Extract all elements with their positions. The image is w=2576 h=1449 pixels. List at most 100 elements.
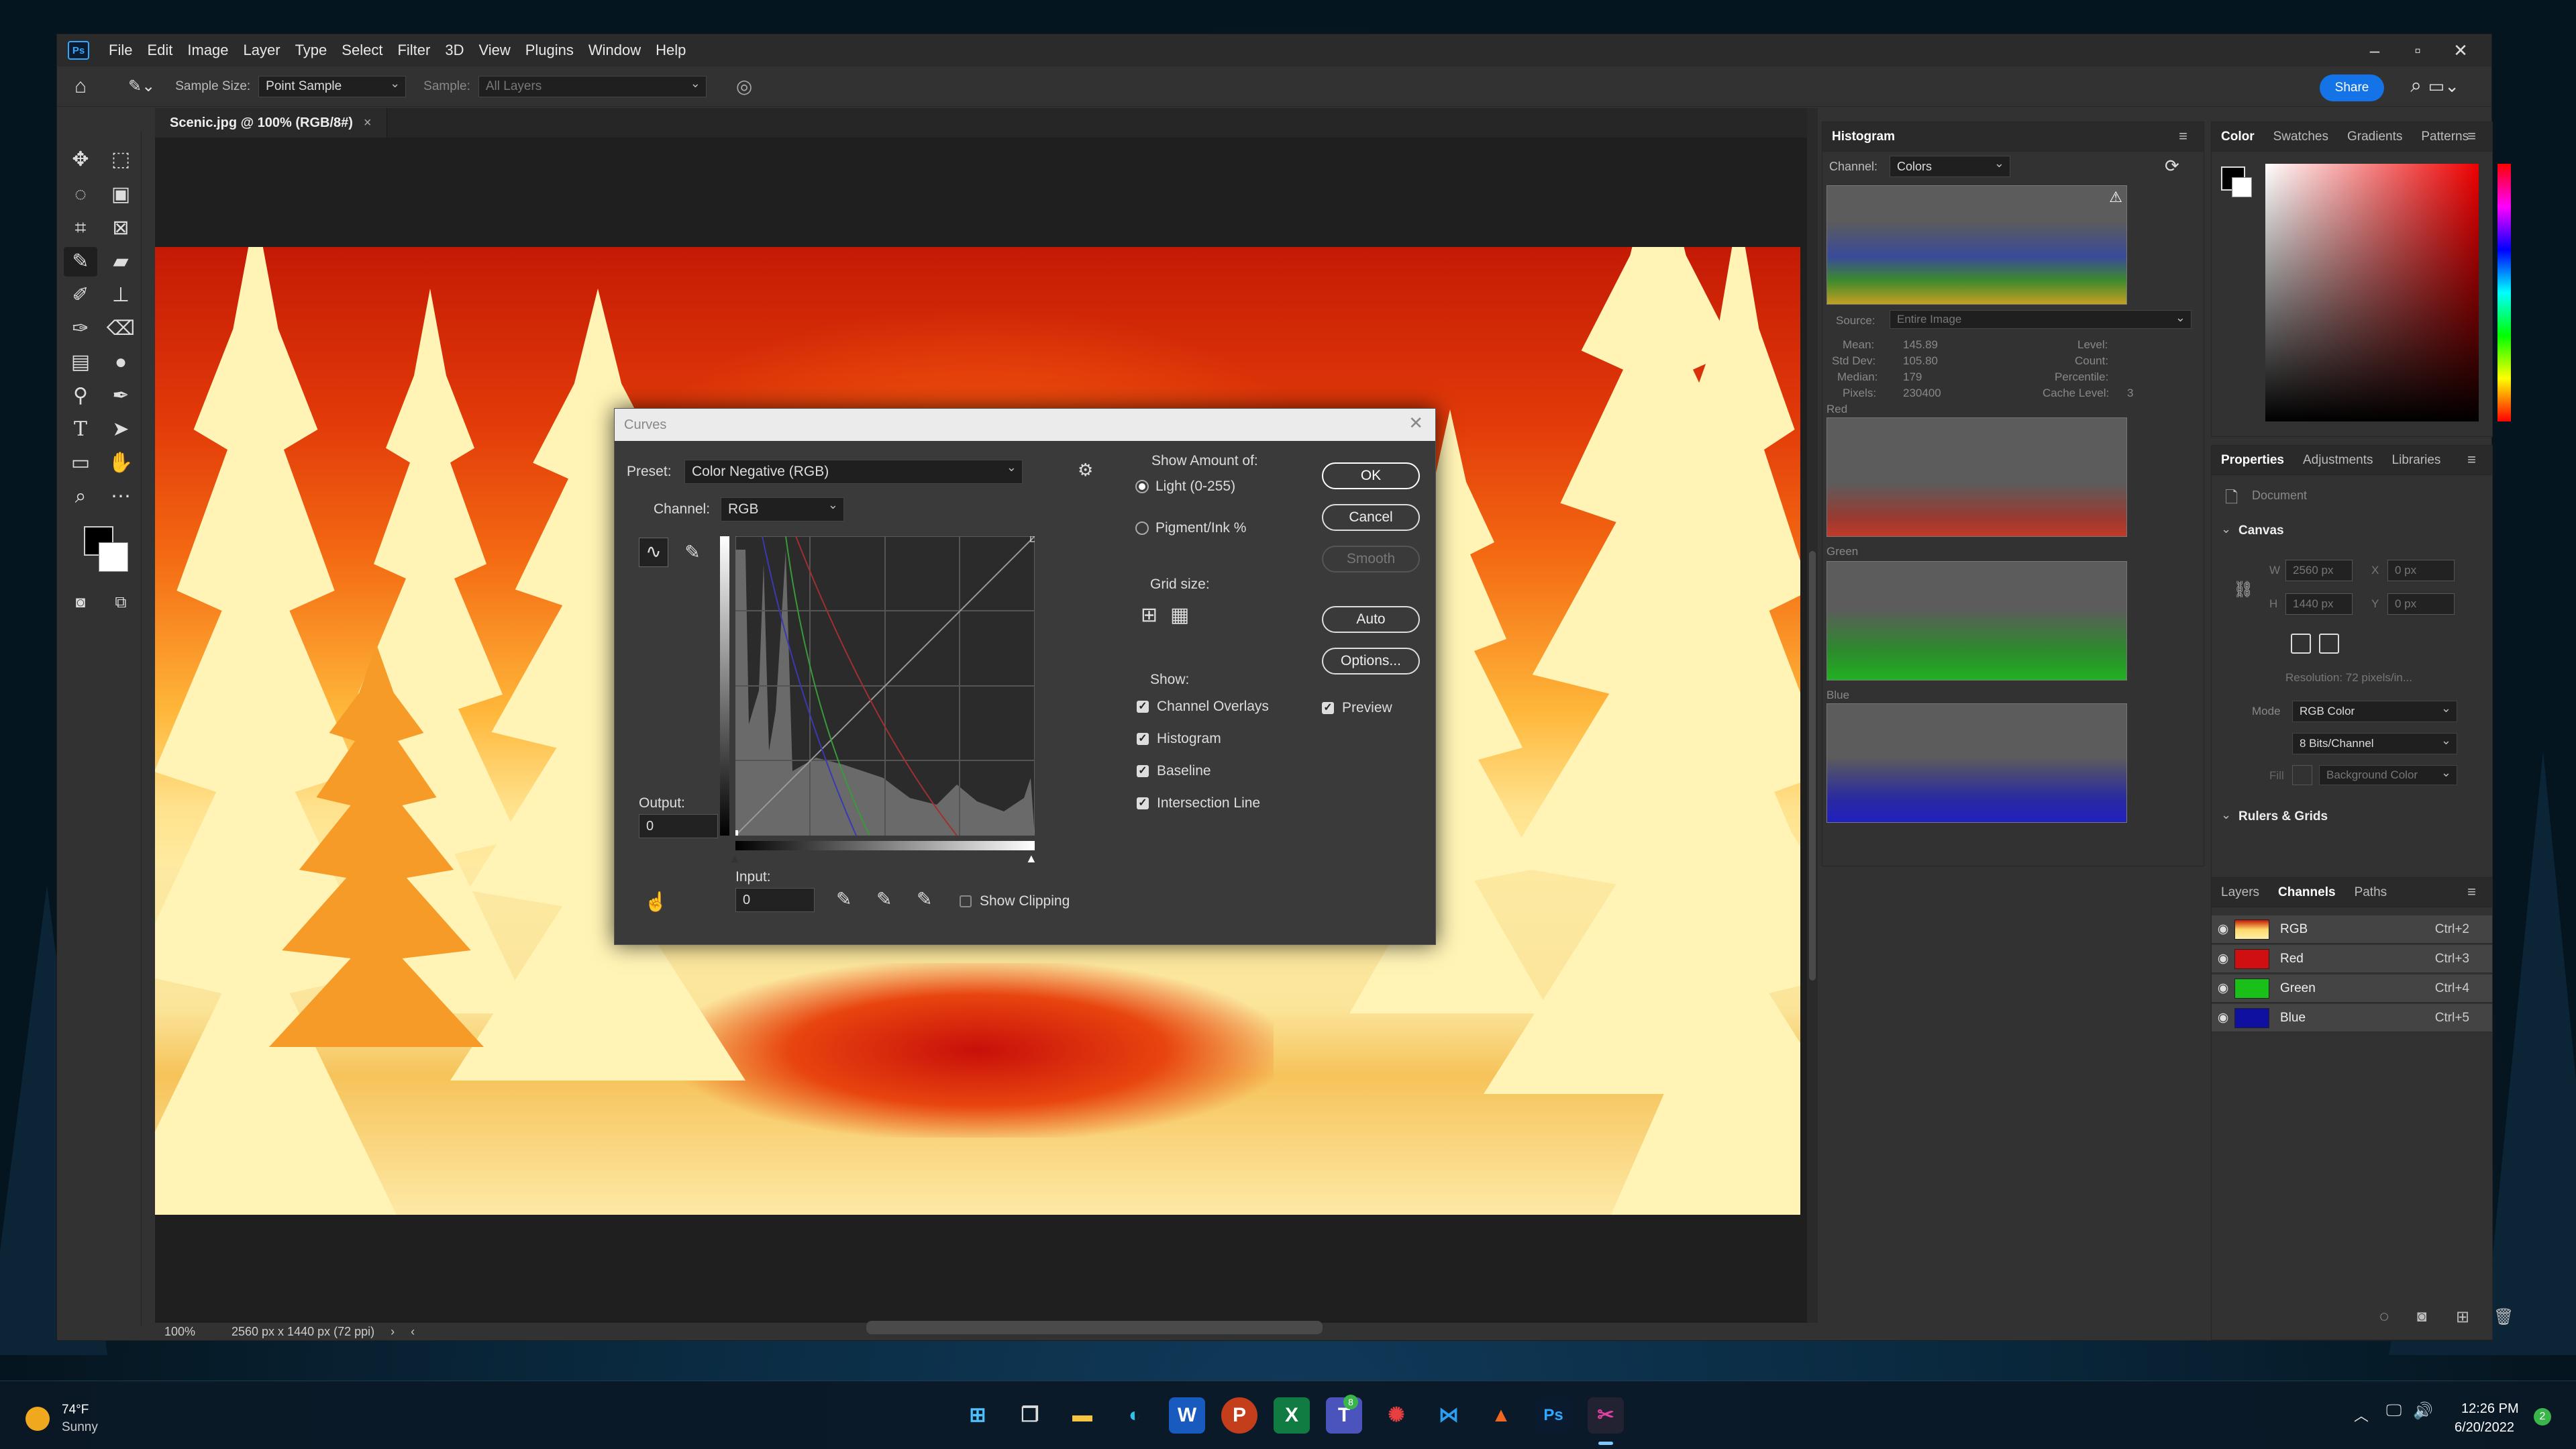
histogram-channel-select[interactable]: Colors	[1890, 156, 2010, 177]
move-tool-icon[interactable]: ✥	[64, 145, 97, 174]
channel-row-rgb[interactable]: ◉ RGB Ctrl+2	[2212, 915, 2492, 944]
document-tab[interactable]: Scenic.jpg @ 100% (RGB/8#) ×	[155, 108, 387, 138]
vscode-icon[interactable]: ⋈	[1431, 1397, 1467, 1434]
path-select-icon[interactable]: ➤	[104, 415, 138, 444]
tab-close-icon[interactable]: ×	[364, 115, 372, 131]
visibility-eye-icon[interactable]: ◉	[2212, 1010, 2234, 1026]
more-tools-icon[interactable]: ⋯	[104, 482, 138, 511]
sample-select[interactable]: All Layers	[478, 75, 707, 97]
dodge-tool-icon[interactable]: ⚲	[64, 381, 97, 411]
menu-image[interactable]: Image	[180, 42, 236, 59]
excel-icon[interactable]: X	[1274, 1397, 1310, 1434]
eraser-tool-icon[interactable]: ⌫	[104, 314, 138, 344]
chevron-up-icon[interactable]: ︿	[2354, 1404, 2369, 1426]
edge-icon[interactable]: ◐	[1117, 1397, 1153, 1434]
source-select[interactable]: Entire Image	[1890, 310, 2192, 329]
channel-row-red[interactable]: ◉ Red Ctrl+3	[2212, 945, 2492, 973]
light-radio[interactable]: Light (0-255)	[1135, 479, 1235, 495]
sample-size-select[interactable]: Point Sample	[258, 75, 407, 97]
menu-filter[interactable]: Filter	[390, 42, 437, 59]
channel-row-blue[interactable]: ◉ Blue Ctrl+5	[2212, 1004, 2492, 1032]
panel-menu-icon[interactable]: ≡	[2169, 128, 2197, 145]
tab-channels[interactable]: Channels	[2269, 885, 2345, 900]
background-color-swatch[interactable]	[99, 542, 128, 572]
menu-window[interactable]: Window	[581, 42, 648, 59]
volume-icon[interactable]: 🔊	[2413, 1401, 2433, 1421]
tab-paths[interactable]: Paths	[2345, 885, 2397, 900]
link-icon[interactable]: ⛓	[2233, 580, 2253, 599]
menu-layer[interactable]: Layer	[236, 42, 288, 59]
pigment-radio[interactable]: Pigment/Ink %	[1135, 520, 1246, 536]
brush-tool-icon[interactable]: ✐	[64, 281, 97, 310]
pencil-icon[interactable]: ✎	[678, 538, 707, 567]
rulers-grids-section-title[interactable]: Rulers & Grids	[2238, 809, 2328, 824]
status-arrow-icon[interactable]: ›	[391, 1325, 395, 1339]
height-field[interactable]: 1440 px	[2285, 593, 2353, 615]
histogram-checkbox[interactable]: ✓ Histogram	[1137, 731, 1221, 747]
tab-histogram[interactable]: Histogram	[1822, 130, 1904, 144]
show-clipping-box[interactable]	[960, 895, 972, 907]
channel-overlays-checkbox[interactable]: ✓ Channel Overlays	[1137, 699, 1269, 715]
quick-mask-icon[interactable]: ◙	[64, 588, 97, 617]
close-icon[interactable]: ✕	[2439, 40, 2482, 61]
powerpoint-icon[interactable]: P	[1221, 1397, 1257, 1434]
trash-icon[interactable]: 🗑	[2493, 1307, 2514, 1327]
menu-type[interactable]: Type	[288, 42, 335, 59]
fill-select[interactable]: Background Color	[2319, 765, 2457, 785]
new-channel-icon[interactable]: ⊞	[2456, 1307, 2469, 1327]
ps-logo[interactable]: Ps	[68, 41, 89, 60]
chevron-down-icon[interactable]: ⌄	[2221, 522, 2231, 536]
cancel-button[interactable]: Cancel	[1322, 504, 1420, 531]
panel-menu-icon[interactable]: ≡	[2458, 128, 2485, 145]
close-icon[interactable]: ✕	[1408, 413, 1423, 434]
x-field[interactable]: 0 px	[2387, 560, 2455, 581]
ruler-tool-icon[interactable]: ▰	[104, 247, 138, 277]
scroll-thumb[interactable]	[1809, 551, 1816, 981]
pen-tool-icon[interactable]: ✒	[104, 381, 138, 411]
detailed-grid-icon[interactable]: ▦	[1170, 603, 1189, 627]
blur-tool-icon[interactable]: ●	[104, 348, 138, 377]
baseline-checkbox[interactable]: ✓ Baseline	[1137, 763, 1211, 779]
visibility-eye-icon[interactable]: ◉	[2212, 921, 2234, 937]
on-image-adjust-icon[interactable]: ☝	[644, 891, 668, 913]
crop-tool-icon[interactable]: ⌗	[64, 213, 97, 243]
lasso-tool-icon[interactable]: ◌	[64, 180, 97, 209]
white-eyedropper-icon[interactable]: ✎	[917, 888, 932, 910]
gray-eyedropper-icon[interactable]: ✎	[876, 888, 892, 910]
chevron-down-icon[interactable]: ⌄	[2221, 808, 2231, 822]
menu-help[interactable]: Help	[648, 42, 693, 59]
menu-3d[interactable]: 3D	[437, 42, 471, 59]
light-radio-dot[interactable]	[1135, 480, 1149, 493]
tab-properties[interactable]: Properties	[2212, 453, 2294, 468]
refresh-icon[interactable]: ⟳	[2165, 156, 2179, 177]
show-clipping-checkbox[interactable]: Show Clipping	[960, 893, 1070, 909]
options-button[interactable]: Options...	[1322, 648, 1420, 674]
tab-adjustments[interactable]: Adjustments	[2294, 453, 2383, 468]
black-point-slider-icon[interactable]: ▲	[729, 852, 741, 866]
mode-select[interactable]: RGB Color	[2292, 701, 2457, 722]
smooth-button[interactable]: Smooth	[1322, 546, 1420, 572]
share-button[interactable]: Share	[2320, 74, 2384, 101]
workspace-icon[interactable]: ▭⌄	[2428, 76, 2459, 97]
color-field[interactable]	[2265, 164, 2479, 421]
auto-button[interactable]: Auto	[1322, 606, 1420, 633]
task-view-icon[interactable]: ❐	[1012, 1397, 1048, 1434]
weather-sun-icon[interactable]	[25, 1407, 50, 1431]
panel-menu-icon[interactable]: ≡	[2458, 883, 2485, 901]
tab-libraries[interactable]: Libraries	[2383, 453, 2451, 468]
bit-depth-select[interactable]: 8 Bits/Channel	[2292, 733, 2457, 754]
output-field[interactable]: 0	[639, 814, 718, 838]
menu-view[interactable]: View	[471, 42, 517, 59]
visibility-eye-icon[interactable]: ◉	[2212, 951, 2234, 966]
save-selection-icon[interactable]: ◙	[2417, 1307, 2427, 1326]
tab-color[interactable]: Color	[2212, 130, 2264, 144]
checkmark-icon[interactable]: ✓	[1137, 733, 1149, 745]
preset-select[interactable]: Color Negative (RGB)	[684, 460, 1023, 484]
width-field[interactable]: 2560 px	[2285, 560, 2353, 581]
type-tool-icon[interactable]: T	[64, 415, 97, 444]
horizontal-scrollbar[interactable]	[866, 1321, 1323, 1334]
landscape-icon[interactable]	[2319, 634, 2339, 654]
hue-slider[interactable]	[2497, 164, 2511, 421]
fill-swatch[interactable]	[2292, 765, 2312, 785]
checkmark-icon[interactable]: ✓	[1322, 702, 1334, 714]
